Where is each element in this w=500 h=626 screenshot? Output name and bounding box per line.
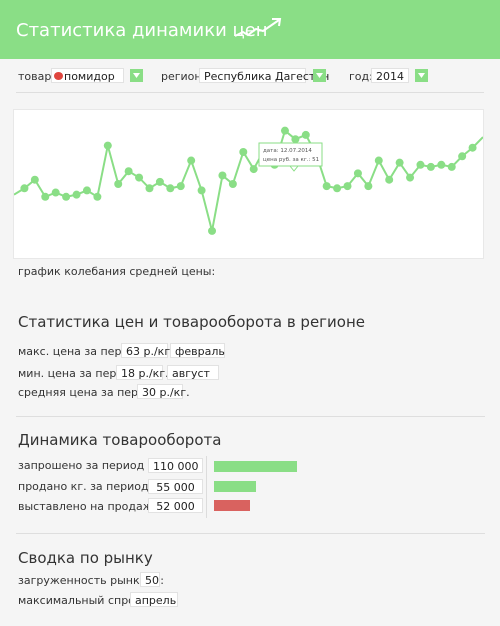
max-demand-value: апрель: [130, 592, 178, 607]
data-point[interactable]: [135, 173, 144, 182]
data-point[interactable]: [124, 167, 133, 176]
price-chart: дата: 12.07.2014 цена руб. за кг.: 51: [13, 109, 484, 259]
data-point[interactable]: [280, 126, 289, 135]
region-dropdown-button[interactable]: [313, 69, 326, 82]
turnover-value: 55 000: [148, 479, 203, 494]
data-point[interactable]: [187, 156, 196, 165]
divider: [16, 533, 485, 534]
data-point[interactable]: [218, 171, 227, 180]
chart-tooltip: дата: 12.07.2014 цена руб. за кг.: 51: [258, 142, 323, 172]
page-title: Статистика динамики цен: [16, 20, 268, 41]
data-point[interactable]: [458, 152, 467, 161]
data-point[interactable]: [103, 141, 112, 150]
data-point[interactable]: [353, 169, 362, 178]
year-label: год:: [349, 70, 373, 83]
data-point[interactable]: [343, 182, 352, 191]
data-point[interactable]: [385, 175, 394, 184]
data-point[interactable]: [197, 186, 206, 195]
max-price-value: 63 р./кг.: [121, 343, 174, 358]
market-load-value: 50: [140, 572, 160, 587]
min-price-value: 18 р./кг.: [116, 365, 169, 380]
data-point[interactable]: [416, 160, 425, 169]
chevron-down-icon: [316, 73, 323, 78]
data-point[interactable]: [437, 160, 446, 169]
divider: [16, 92, 484, 93]
data-point[interactable]: [333, 184, 342, 193]
data-point[interactable]: [239, 148, 248, 156]
region-select[interactable]: Республика Дагестан: [199, 68, 329, 83]
data-point[interactable]: [301, 130, 310, 139]
data-point[interactable]: [114, 180, 123, 188]
turnover-bar: [214, 481, 256, 492]
data-point[interactable]: [364, 182, 373, 191]
data-point[interactable]: [249, 165, 258, 174]
data-point[interactable]: [291, 135, 300, 144]
data-point[interactable]: [166, 184, 175, 193]
data-point[interactable]: [426, 162, 435, 171]
product-dropdown-button[interactable]: [130, 69, 143, 82]
chevron-down-icon: [418, 73, 425, 78]
chevron-down-icon: [133, 73, 140, 78]
data-point[interactable]: [20, 184, 29, 193]
data-point[interactable]: [51, 188, 60, 197]
product-label: товар:: [18, 70, 56, 83]
chart-caption: график колебания средней цены:: [18, 265, 216, 278]
tooltip-price: цена руб. за кг.: 51: [263, 157, 319, 163]
turnover-section-title: Динамика товарооборота: [18, 431, 222, 449]
data-point[interactable]: [228, 180, 237, 188]
app-header: Статистика динамики цен: [0, 0, 500, 59]
data-point[interactable]: [30, 175, 39, 184]
product-value: помидор: [64, 70, 115, 83]
data-point[interactable]: [62, 192, 71, 201]
product-select[interactable]: помидор: [51, 68, 124, 83]
price-line-chart: дата: 12.07.2014 цена руб. за кг.: 51: [13, 126, 484, 235]
data-point[interactable]: [406, 173, 415, 182]
price-section-title: Статистика цен и товарооборота в регионе: [18, 313, 366, 331]
turnover-label: запрошено за период кг.:: [18, 459, 168, 472]
year-dropdown-button[interactable]: [415, 69, 428, 82]
turnover-bar: [214, 500, 250, 511]
data-point[interactable]: [468, 143, 477, 152]
data-point[interactable]: [41, 192, 50, 201]
data-point[interactable]: [82, 186, 91, 195]
data-point[interactable]: [93, 192, 102, 201]
market-section-title: Сводка по рынку: [18, 549, 153, 567]
data-point[interactable]: [145, 184, 154, 193]
data-point[interactable]: [322, 182, 331, 191]
data-point[interactable]: [176, 182, 185, 191]
turnover-bar: [214, 461, 297, 472]
turnover-label: продано кг. за период:: [18, 480, 153, 493]
turnover-value: 52 000: [148, 498, 203, 513]
bars-axis: [206, 456, 207, 518]
min-price-month: август: [167, 365, 219, 380]
trend-up-icon: [234, 18, 282, 37]
data-point[interactable]: [395, 158, 404, 167]
price-series-line: [13, 128, 484, 232]
avg-price-value: 30 р./кг.: [137, 384, 190, 399]
max-demand-label: максимальный спрос:: [18, 594, 145, 607]
divider: [16, 416, 485, 417]
data-point[interactable]: [447, 162, 456, 171]
max-price-month: февраль: [170, 343, 225, 358]
data-point[interactable]: [208, 226, 217, 235]
data-point[interactable]: [72, 190, 81, 199]
tomato-icon: [54, 72, 63, 80]
tooltip-date: дата: 12.07.2014: [263, 148, 312, 154]
turnover-value: 110 000: [148, 458, 203, 473]
data-point[interactable]: [374, 156, 383, 165]
data-point[interactable]: [155, 177, 164, 186]
year-select[interactable]: 2014: [371, 68, 409, 83]
